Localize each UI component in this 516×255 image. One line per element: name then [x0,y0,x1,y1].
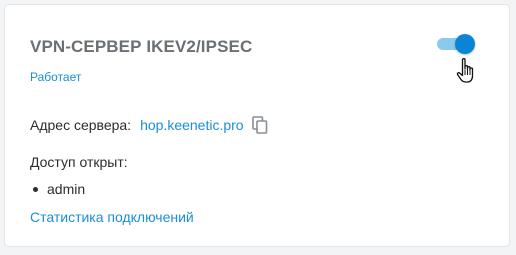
toggle-knob [455,34,475,54]
copy-icon[interactable] [251,116,268,134]
connection-stats-link[interactable]: Статистика подключений [30,209,194,225]
vpn-server-toggle[interactable] [435,33,477,55]
card-title: VPN-СЕРВЕР IKEV2/IPSEC [30,37,253,56]
vpn-server-card: VPN-СЕРВЕР IKEV2/IPSEC Работает Адрес се… [4,4,510,247]
server-address-label: Адрес сервера: [30,117,132,133]
user-name: admin [47,181,86,197]
hand-pointer-icon [456,58,474,83]
bullet-icon [33,186,38,192]
server-address-link[interactable]: hop.keenetic.pro [140,117,244,133]
access-label: Доступ открыт: [30,154,128,170]
status-text: Работает [30,70,82,84]
user-list: admin [30,180,85,198]
server-address-row: Адрес сервера: hop.keenetic.pro [30,115,268,135]
list-item: admin [30,180,85,198]
